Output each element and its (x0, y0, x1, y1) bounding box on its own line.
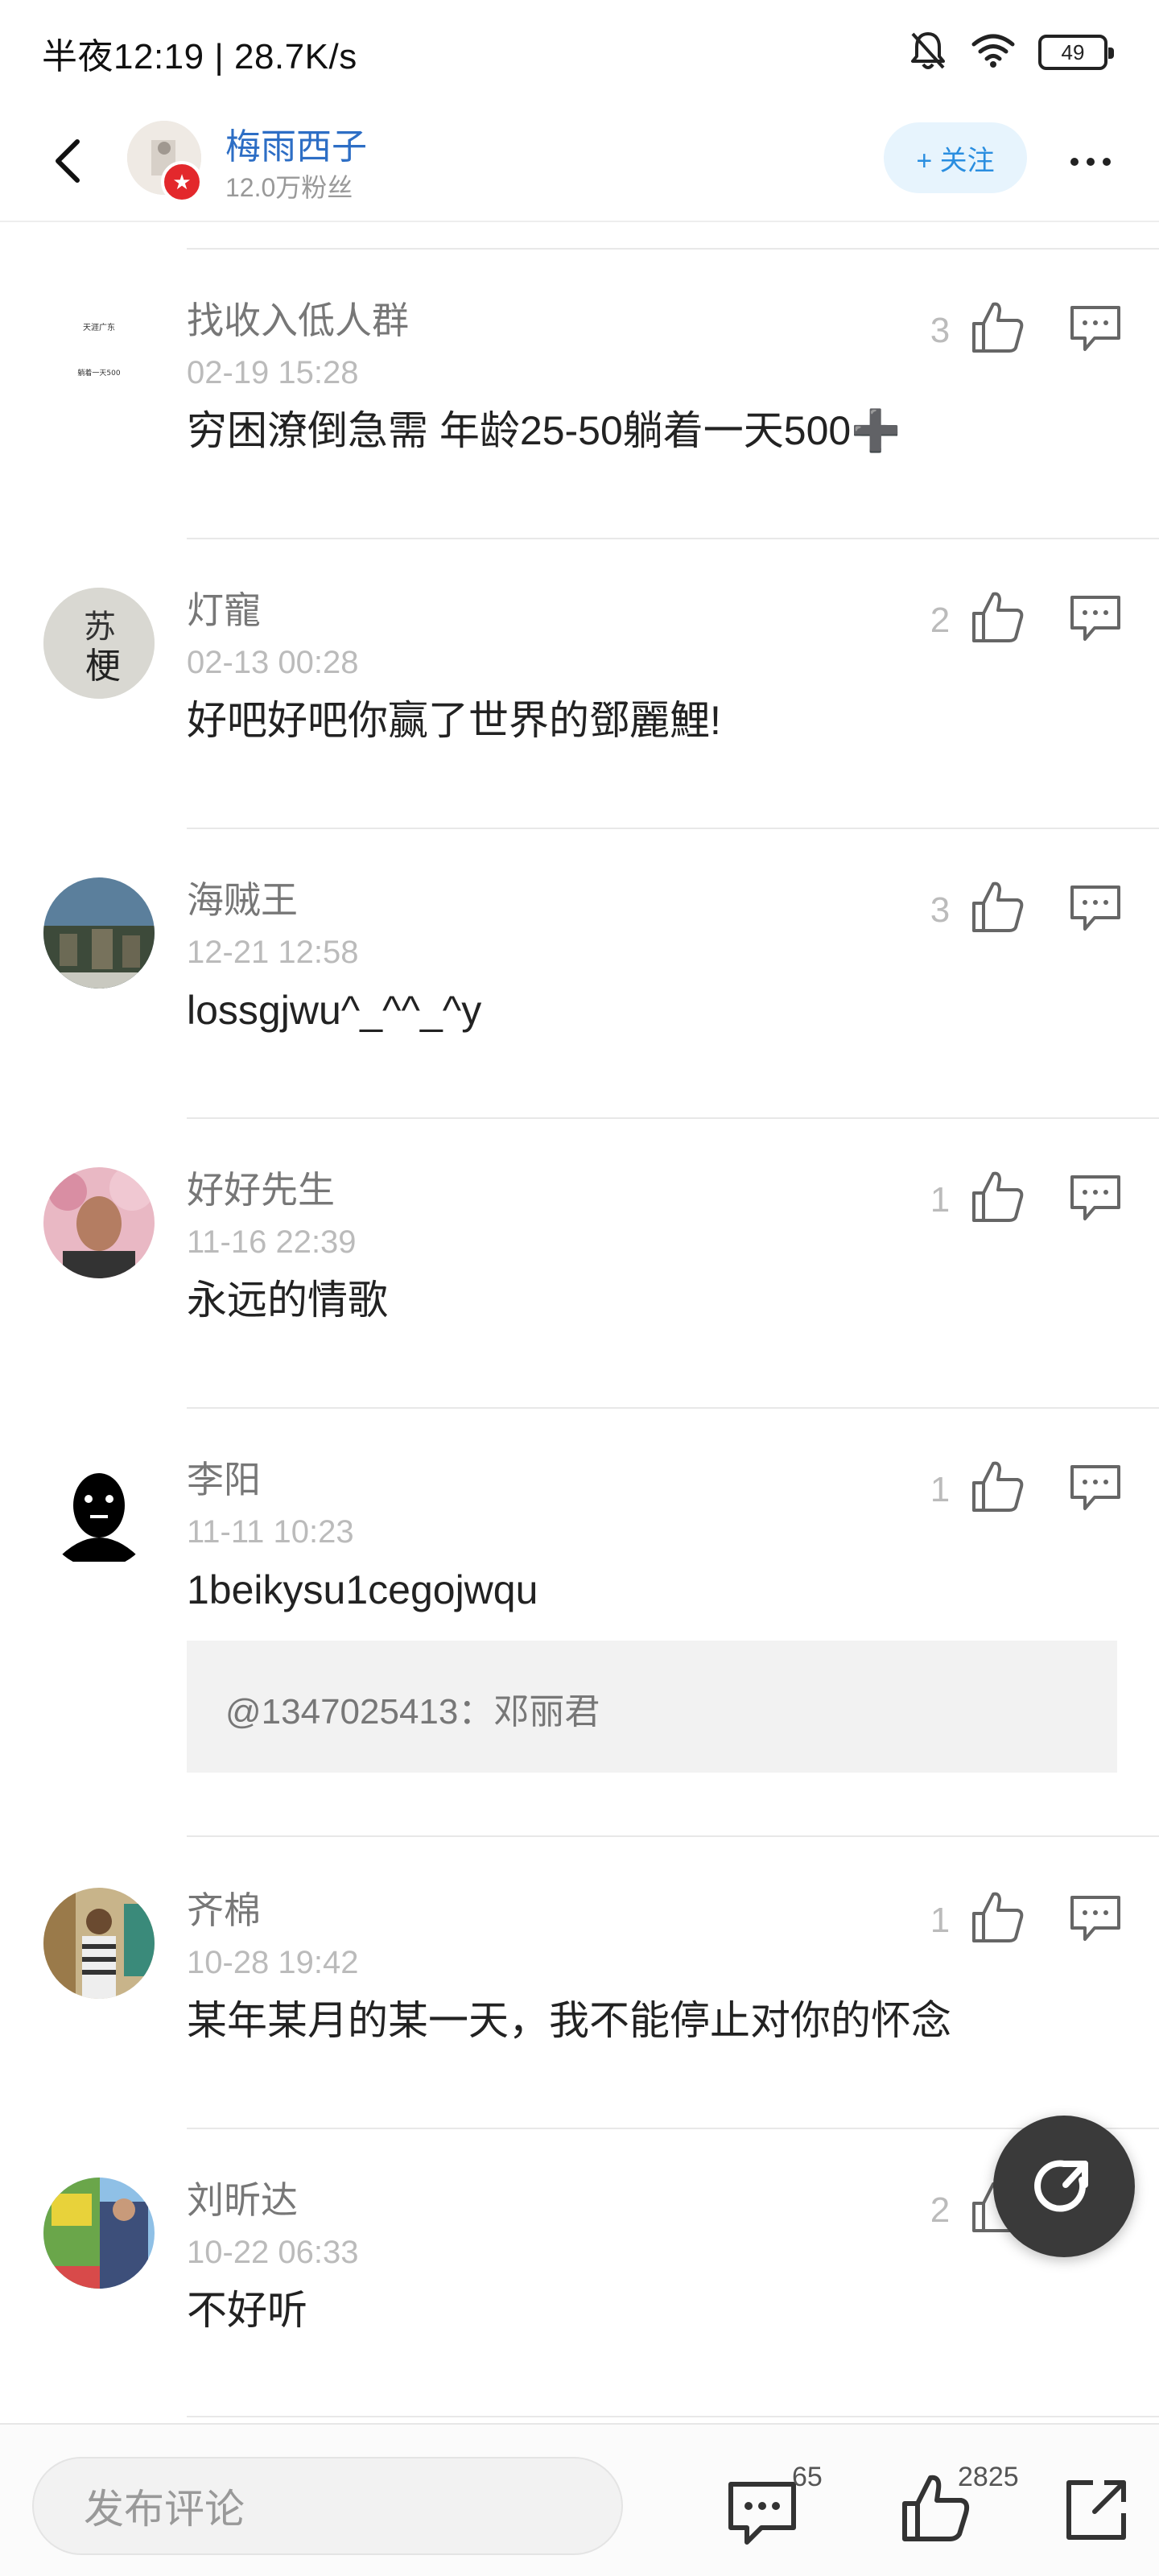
like-count: 2 (930, 601, 951, 640)
comment-author[interactable]: 齐棉 (187, 1888, 261, 1933)
bell-muted-icon (908, 29, 948, 76)
comment-time: 10-28 19:42 (187, 1945, 359, 1980)
comment-author[interactable]: 海贼王 (187, 877, 298, 923)
comment-time: 02-19 15:28 (187, 355, 359, 390)
comment-text: 好吧好吧你赢了世界的鄧麗鯉! (187, 698, 721, 743)
comment-author[interactable]: 找收入低人群 (187, 298, 409, 343)
comment-text: 穷困潦倒急需 年龄25-50躺着一天500➕ (187, 408, 901, 453)
thumbs-up-icon[interactable] (967, 1167, 1027, 1227)
comments-icon[interactable] (726, 2476, 798, 2549)
comment-text: 不好听 (187, 2288, 307, 2333)
divider (187, 1835, 1159, 1837)
like-count: 1 (930, 1901, 951, 1940)
comment-author[interactable]: 刘昕达 (187, 2178, 298, 2223)
comment-author[interactable]: 灯寵 (187, 588, 261, 633)
reply-bubble-icon[interactable] (1067, 592, 1124, 644)
more-dot (1087, 158, 1095, 166)
comment-time: 12-21 12:58 (187, 935, 359, 970)
divider (187, 2128, 1159, 2129)
author-fans: 12.0万粉丝 (225, 173, 353, 202)
header: ★ 梅雨西子 12.0万粉丝 + 关注 (0, 103, 1159, 222)
avatar-caption-2: 躺着一天500 (77, 368, 120, 378)
avatar[interactable] (43, 1457, 155, 1568)
thumbs-up-icon[interactable] (967, 588, 1027, 647)
comment-time: 11-16 22:39 (187, 1224, 357, 1260)
like-count: 3 (930, 890, 951, 930)
divider (187, 2416, 1159, 2417)
follow-button[interactable]: + 关注 (884, 122, 1027, 193)
comment-time: 10-22 06:33 (187, 2235, 359, 2270)
comment-page: 半夜12:19 | 28.7K/s 49 ★ 梅雨西子 12.0万粉丝 + 关注… (0, 0, 1159, 2576)
reply-quote-text: @1347025413：邓丽君 (225, 1692, 600, 1732)
comment-input[interactable]: 发布评论 (32, 2457, 623, 2555)
thumbs-up-icon[interactable] (967, 1457, 1027, 1517)
share-icon[interactable] (1062, 2476, 1130, 2544)
reply-bubble-icon[interactable] (1067, 1172, 1124, 1224)
avatar[interactable] (43, 877, 155, 989)
battery-icon: 49 (1038, 35, 1114, 70)
floating-share-button[interactable] (993, 2116, 1135, 2257)
like-count: 3 (930, 311, 951, 350)
comment-text: 某年某月的某一天，我不能停止对你的怀念 (187, 1998, 951, 2043)
reply-quote[interactable]: @1347025413：邓丽君 (187, 1641, 1117, 1773)
more-dot (1103, 158, 1111, 166)
status-bar: 半夜12:19 | 28.7K/s 49 (0, 0, 1159, 103)
divider (187, 828, 1159, 829)
bottom-bar: 发布评论 65 2825 (0, 2423, 1159, 2576)
avatar-char-1: 苏 (84, 609, 116, 646)
author-name[interactable]: 梅雨西子 (225, 118, 367, 169)
thumbs-up-icon[interactable] (967, 1888, 1027, 1947)
divider (187, 538, 1159, 539)
battery-level: 49 (1061, 39, 1085, 64)
avatar[interactable] (43, 1888, 155, 1999)
thumbs-up-icon[interactable] (967, 298, 1027, 357)
like-total-count: 2825 (958, 2462, 1019, 2492)
comment-time: 02-13 00:28 (187, 645, 359, 680)
more-dots-icon (1070, 158, 1079, 166)
status-icons: 49 (908, 24, 1114, 80)
like-count: 1 (930, 1180, 951, 1220)
wifi-icon (971, 33, 1016, 72)
status-time: 半夜12:19 | 28.7K/s (42, 37, 357, 76)
comment-author[interactable]: 好好先生 (187, 1167, 335, 1212)
comment-text: lossgjwu^_^^_^y (187, 988, 482, 1033)
avatar[interactable] (43, 2178, 155, 2289)
reply-bubble-icon[interactable] (1067, 1462, 1124, 1513)
avatar-char-2: 梗 (85, 646, 121, 687)
avatar[interactable] (43, 1167, 155, 1278)
like-count: 1 (930, 1470, 951, 1509)
chevron-left-icon (56, 139, 80, 183)
thumbs-up-icon[interactable] (967, 877, 1027, 937)
comment-text: 1beikysu1cegojwqu (187, 1567, 538, 1612)
divider (187, 1117, 1159, 1119)
divider (187, 248, 1159, 250)
avatar[interactable]: 苏 梗 (43, 588, 155, 699)
comment-time: 11-11 10:23 (187, 1514, 354, 1550)
avatar-caption-1: 天涯广东 (83, 322, 115, 332)
comment-count: 65 (792, 2462, 823, 2492)
back-button[interactable] (35, 129, 100, 193)
reply-bubble-icon[interactable] (1067, 882, 1124, 934)
comment-text: 永远的情歌 (187, 1278, 388, 1323)
reply-bubble-icon[interactable] (1067, 1893, 1124, 1944)
share-arrow-icon (1034, 2160, 1088, 2212)
comment-author[interactable]: 李阳 (187, 1457, 261, 1502)
avatar[interactable]: 天涯广东 躺着一天500 (43, 298, 155, 409)
reply-bubble-icon[interactable] (1067, 303, 1124, 354)
like-count: 2 (930, 2190, 951, 2230)
more-button[interactable] (1054, 134, 1127, 190)
verified-badge-icon: ★ (161, 161, 203, 203)
divider (187, 1407, 1159, 1409)
